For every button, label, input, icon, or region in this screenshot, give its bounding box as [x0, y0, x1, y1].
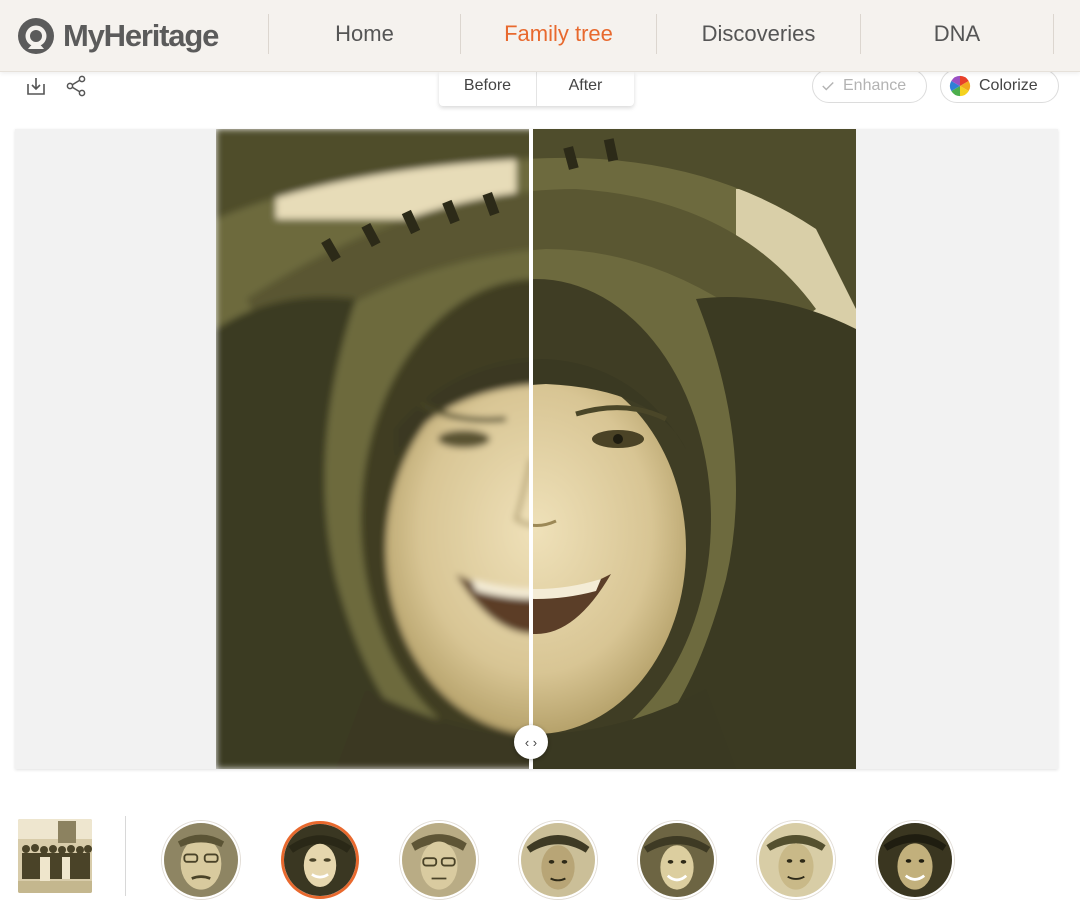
chevrons-left-right-icon[interactable]: ‹ › — [514, 725, 548, 759]
check-icon — [822, 82, 834, 91]
nav-divider — [1053, 14, 1054, 54]
group-photo-thumbnail[interactable] — [18, 819, 92, 893]
face-thumbnail-selected[interactable] — [281, 821, 359, 899]
comparison-divider[interactable] — [529, 129, 533, 769]
logo-text: MyHeritage — [63, 18, 219, 53]
nav-home[interactable]: Home — [269, 14, 460, 54]
thumbnail-separator — [125, 816, 126, 896]
nav-family-tree[interactable]: Family tree — [461, 14, 656, 54]
myheritage-logo-icon — [18, 18, 54, 54]
nav-discoveries[interactable]: Discoveries — [657, 14, 860, 54]
face-thumbnail[interactable] — [876, 821, 954, 899]
before-after-toggle: Before After — [439, 72, 634, 106]
after-button[interactable]: After — [537, 72, 634, 106]
colorize-button[interactable]: Colorize — [940, 69, 1059, 103]
top-header: MyHeritage Home Family tree Discoveries … — [0, 0, 1080, 72]
before-button[interactable]: Before — [439, 72, 536, 106]
portrait-photo — [216, 129, 856, 769]
enhance-label: Enhance — [843, 77, 907, 94]
face-thumbnail[interactable] — [519, 821, 597, 899]
nav-dna[interactable]: DNA — [861, 14, 1053, 54]
enhance-button[interactable]: Enhance — [812, 69, 927, 103]
face-thumbnail[interactable] — [162, 821, 240, 899]
download-icon[interactable] — [24, 74, 48, 98]
face-thumbnail[interactable] — [638, 821, 716, 899]
face-thumbnail[interactable] — [757, 821, 835, 899]
comparison-photo — [216, 129, 856, 769]
color-wheel-icon — [949, 75, 971, 97]
myheritage-logo[interactable]: MyHeritage — [14, 16, 219, 56]
colorize-label: Colorize — [979, 77, 1038, 94]
face-thumbnail[interactable] — [400, 821, 478, 899]
share-icon[interactable] — [64, 74, 88, 98]
